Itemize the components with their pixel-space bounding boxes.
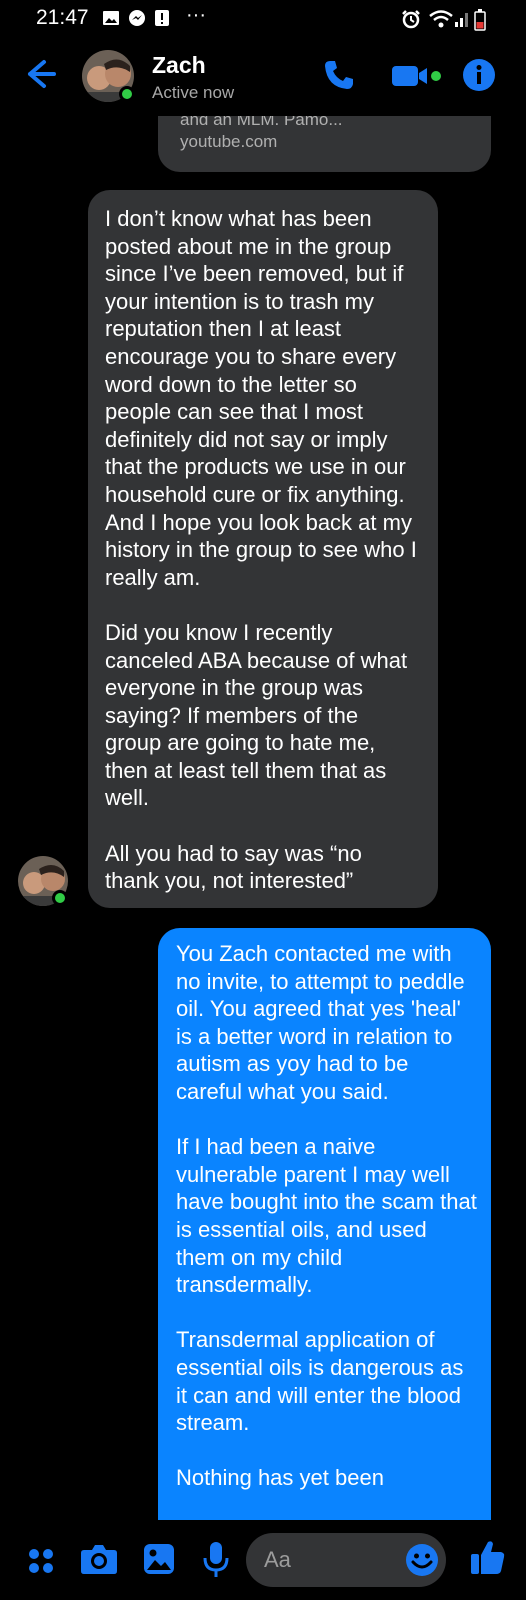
video-call-icon[interactable] xyxy=(392,64,442,88)
online-indicator xyxy=(119,86,135,102)
signal-icon xyxy=(455,13,468,27)
thumbs-up-icon[interactable] xyxy=(470,1538,506,1576)
messenger-icon xyxy=(129,10,145,26)
sender-online-indicator xyxy=(52,890,68,906)
microphone-icon[interactable] xyxy=(202,1540,230,1580)
alert-icon xyxy=(155,10,169,26)
link-domain: youtube.com xyxy=(180,132,278,151)
contact-status: Active now xyxy=(152,83,235,102)
incoming-message-bubble[interactable]: I don’t know what has been posted about … xyxy=(88,190,438,908)
message-input-placeholder: Aa xyxy=(264,1547,291,1572)
outgoing-message-text: You Zach contacted me with no invite, to… xyxy=(176,941,477,1491)
alarm-icon xyxy=(402,10,420,29)
status-bar: 21:47 ··· xyxy=(0,0,526,36)
wifi-icon xyxy=(429,10,453,28)
contact-name[interactable]: Zach xyxy=(152,52,206,79)
status-time: 21:47 xyxy=(36,6,89,29)
incoming-message-text: I don’t know what has been posted about … xyxy=(105,206,417,894)
battery-icon xyxy=(474,9,486,31)
phone-call-icon[interactable] xyxy=(322,58,356,92)
info-icon[interactable] xyxy=(462,58,496,92)
more-dots-icon: ··· xyxy=(186,4,206,26)
camera-icon[interactable] xyxy=(80,1542,118,1576)
gallery-icon[interactable] xyxy=(142,1542,176,1576)
menu-dots-icon[interactable] xyxy=(26,1546,56,1576)
image-icon xyxy=(103,11,119,25)
outgoing-message-bubble[interactable]: You Zach contacted me with no invite, to… xyxy=(158,928,491,1528)
conversation-header: Zach Active now xyxy=(0,36,526,116)
back-arrow-icon[interactable] xyxy=(20,54,60,94)
emoji-icon[interactable] xyxy=(405,1543,439,1577)
composer-bar: Aa xyxy=(0,1520,526,1600)
